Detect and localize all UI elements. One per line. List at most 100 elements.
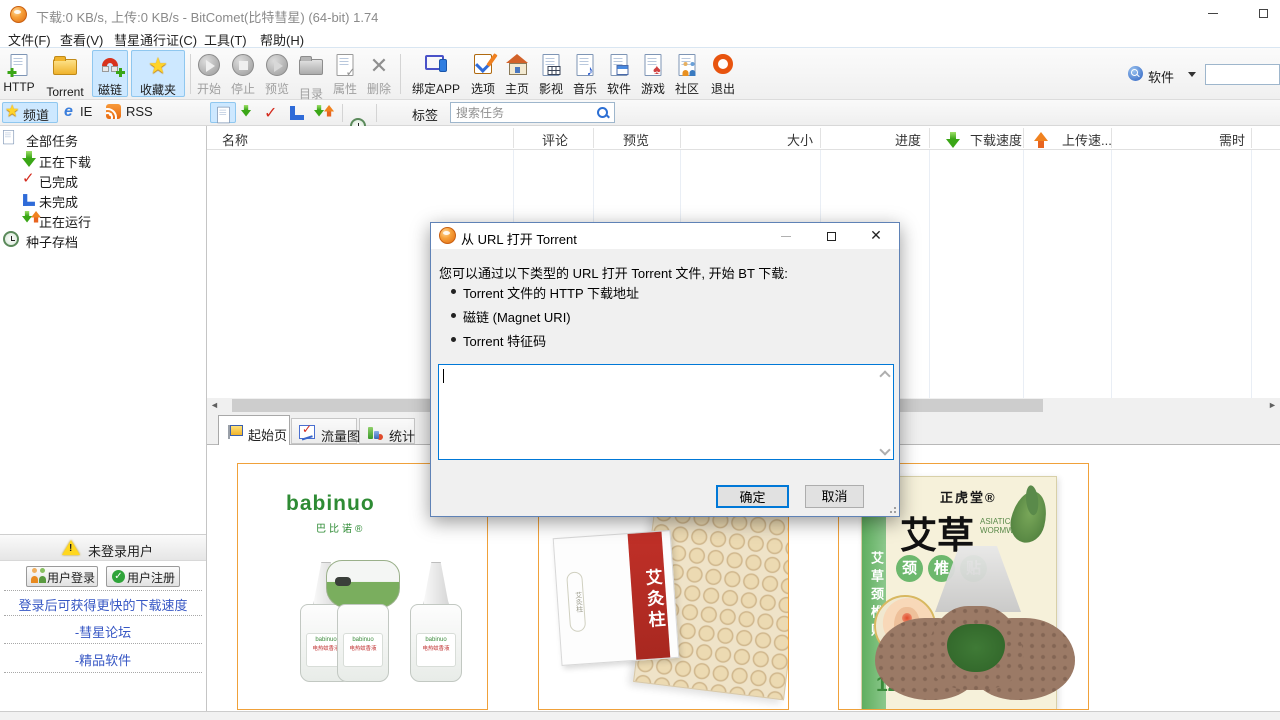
music-page-icon: ♪ [577, 54, 594, 76]
task-sidebar: 全部任务 正在下载 ✓ 已完成 未完成 正在运行 种子存档 未登录用户 [0, 126, 207, 711]
ok-button[interactable]: 确定 [716, 485, 789, 508]
patch-product [875, 600, 1075, 704]
warning-icon [62, 540, 80, 555]
minimize-button[interactable] [1198, 5, 1228, 23]
stop-icon [232, 54, 254, 76]
window-title: 下载:0 KB/s, 上传:0 KB/s - BitComet(比特彗星) (6… [36, 7, 378, 26]
seed-archive-clock-icon [3, 231, 19, 247]
toolbar-separator [400, 54, 401, 94]
tab-statistics[interactable]: 统计 [359, 418, 415, 444]
divider [4, 672, 202, 673]
resize-grip[interactable] [888, 505, 896, 513]
patch-word-circle: 颈 [896, 555, 923, 582]
task-search-input[interactable] [451, 103, 614, 122]
filter-downloading-icon[interactable] [241, 105, 255, 121]
user-login-button[interactable]: 用户登录 [26, 566, 98, 587]
column-download-speed[interactable]: 下载速度 [970, 130, 1022, 149]
menu-tools[interactable]: 工具(T) [200, 30, 251, 47]
status-bar [0, 711, 1280, 720]
tag-label[interactable]: 标签 [412, 105, 438, 124]
url-input-area[interactable] [438, 364, 894, 460]
open-torrent-url-dialog: 从 URL 打开 Torrent ✕ 您可以通过以下类型的 URL 打开 Tor… [430, 222, 900, 517]
register-check-icon: ✓ [112, 570, 125, 583]
web-search-input[interactable] [1206, 65, 1279, 84]
dialog-title: 从 URL 打开 Torrent [461, 229, 577, 248]
properties-page-icon: ✓ [337, 54, 354, 76]
moxa-box-side-label: 艾灸柱 [566, 571, 586, 632]
toolbar-separator [376, 104, 377, 122]
options-button[interactable]: 选项 [466, 50, 500, 97]
sidebar-tab-channel[interactable]: ★ 频道 [2, 102, 58, 123]
search-category-label[interactable]: 软件 [1148, 67, 1174, 86]
menu-passport[interactable]: 彗星通行证(C) [110, 30, 201, 47]
sidebar-tab-rss[interactable]: RSS [106, 102, 160, 123]
statistics-icon [367, 425, 383, 440]
torrent-button[interactable]: Torrent [40, 50, 90, 97]
comet-forum-link[interactable]: -彗星论坛 [0, 622, 206, 641]
bind-app-button[interactable]: 绑定APP [406, 50, 466, 97]
menu-view[interactable]: 查看(V) [56, 30, 107, 47]
preview-button: 预览 [260, 50, 294, 97]
favorites-button[interactable]: ★ 收藏夹 [131, 50, 185, 97]
scroll-up-chevron[interactable] [880, 370, 890, 380]
column-size[interactable]: 大小 [787, 130, 813, 149]
ie-icon: e [64, 104, 73, 120]
column-preview[interactable]: 预览 [623, 130, 649, 149]
new-task-button[interactable] [210, 102, 236, 123]
scroll-down-chevron[interactable] [880, 444, 890, 454]
home-button[interactable]: 主页 [500, 50, 534, 97]
dialog-comet-icon [439, 227, 456, 244]
cancel-button[interactable]: 取消 [805, 485, 864, 508]
menu-file[interactable]: 文件(F) [4, 30, 55, 47]
channel-star-icon: ★ [5, 103, 19, 121]
maximize-button[interactable] [1248, 5, 1278, 23]
toolbar-separator [342, 104, 343, 122]
filter-unfinished-icon[interactable] [290, 106, 304, 120]
filter-active-icon[interactable] [314, 105, 338, 124]
magnet-button[interactable]: 磁链 [92, 50, 128, 97]
music-button[interactable]: ♪ 音乐 [568, 50, 602, 97]
menu-help[interactable]: 帮助(H) [256, 30, 308, 47]
repellent-device [326, 560, 400, 608]
menu-bar: 文件(F) 查看(V) 彗星通行证(C) 工具(T) 帮助(H) [0, 28, 1280, 48]
dialog-minimize-button [771, 227, 801, 245]
filter-finished-icon[interactable]: ✓ [264, 103, 277, 123]
home-icon [506, 54, 528, 74]
task-search-box [450, 102, 615, 123]
dialog-maximize-button[interactable] [816, 227, 846, 245]
moxa-box: 艾灸柱 艾灸柱 [553, 530, 680, 666]
divider [4, 643, 202, 644]
games-button[interactable]: ♠ 游戏 [636, 50, 670, 97]
search-magnifier-icon[interactable] [596, 106, 610, 120]
dialog-title-bar: 从 URL 打开 Torrent ✕ [431, 223, 899, 249]
dialog-close-button[interactable]: ✕ [861, 227, 891, 245]
http-button[interactable]: HTTP [0, 50, 38, 97]
text-caret [443, 369, 444, 383]
sidebar-tab-ie[interactable]: e IE [62, 102, 104, 123]
column-upload-speed[interactable]: 上传速... [1062, 130, 1112, 149]
tab-traffic-chart[interactable]: 流量图 [291, 418, 357, 444]
scroll-left-arrow[interactable]: ◄ [207, 398, 222, 413]
column-name[interactable]: 名称 [222, 130, 248, 149]
finished-check-icon: ✓ [22, 169, 35, 187]
http-page-icon [11, 54, 28, 76]
column-comments[interactable]: 评论 [542, 130, 568, 149]
delete-x-icon: ✕ [370, 54, 388, 78]
column-progress[interactable]: 进度 [895, 130, 921, 149]
scroll-right-arrow[interactable]: ► [1265, 398, 1280, 413]
exit-button[interactable]: 退出 [706, 50, 740, 97]
divider [4, 615, 202, 616]
login-speed-tip-link[interactable]: 登录后可获得更快的下载速度 [0, 595, 206, 614]
users-icon [31, 571, 47, 583]
all-tasks-icon [3, 130, 14, 144]
column-eta[interactable]: 需时 [1219, 130, 1245, 149]
featured-software-link[interactable]: -精品软件 [0, 650, 206, 669]
category-dropdown-caret[interactable] [1188, 72, 1196, 77]
user-register-button[interactable]: ✓ 用户注册 [106, 566, 180, 587]
bitcomet-window: 下载:0 KB/s, 上传:0 KB/s - BitComet(比特彗星) (6… [0, 0, 1280, 720]
software-button[interactable]: 软件 [602, 50, 636, 97]
community-button[interactable]: 社区 [670, 50, 704, 97]
video-button[interactable]: 影视 [534, 50, 568, 97]
tab-start-page[interactable]: 起始页 [218, 415, 290, 445]
directory-folder-icon [299, 59, 323, 75]
